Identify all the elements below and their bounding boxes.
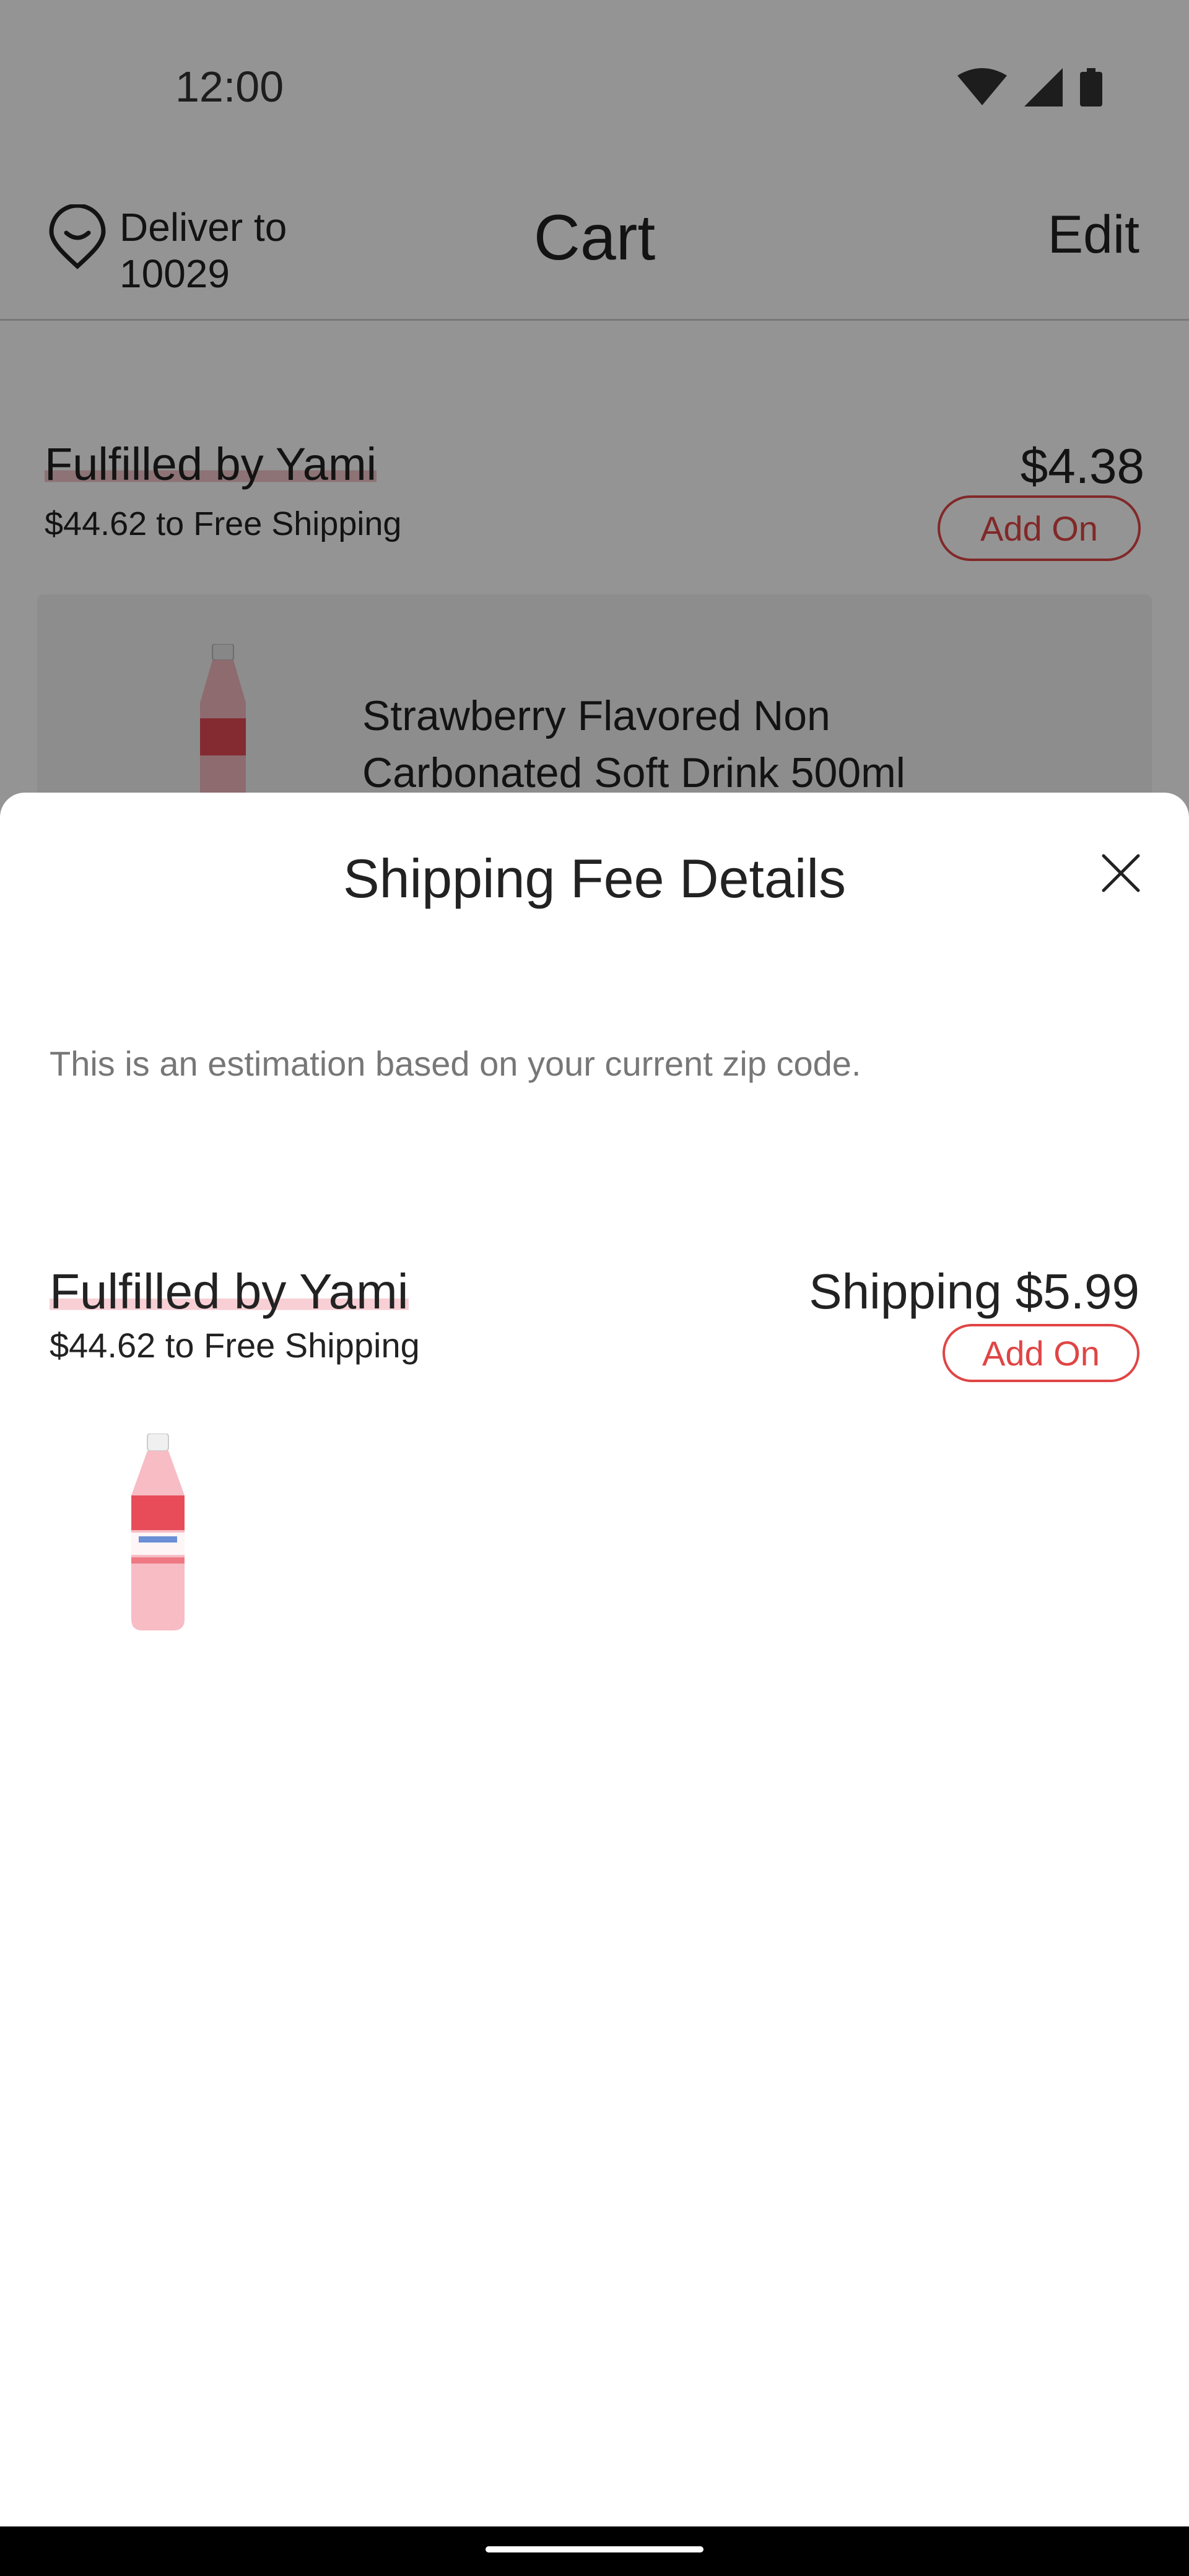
close-icon (1102, 854, 1140, 892)
navigation-bar (0, 2526, 1189, 2576)
group-free-shipping-note: $44.62 to Free Shipping (50, 1326, 420, 1365)
add-on-button[interactable]: Add On (943, 1324, 1139, 1382)
shipping-fee-sheet: Shipping Fee Details This is an estimati… (0, 793, 1189, 2526)
home-gesture-handle[interactable] (486, 2546, 703, 2552)
group-title: Fulfilled by Yami (50, 1263, 409, 1320)
modal-scrim[interactable] (0, 0, 1189, 817)
close-button[interactable] (1090, 842, 1152, 904)
estimation-note: This is an estimation based on your curr… (50, 1044, 861, 1083)
shipping-amount: Shipping $5.99 (809, 1264, 1139, 1319)
sheet-title: Shipping Fee Details (342, 848, 847, 909)
product-thumbnail (131, 1434, 185, 1630)
